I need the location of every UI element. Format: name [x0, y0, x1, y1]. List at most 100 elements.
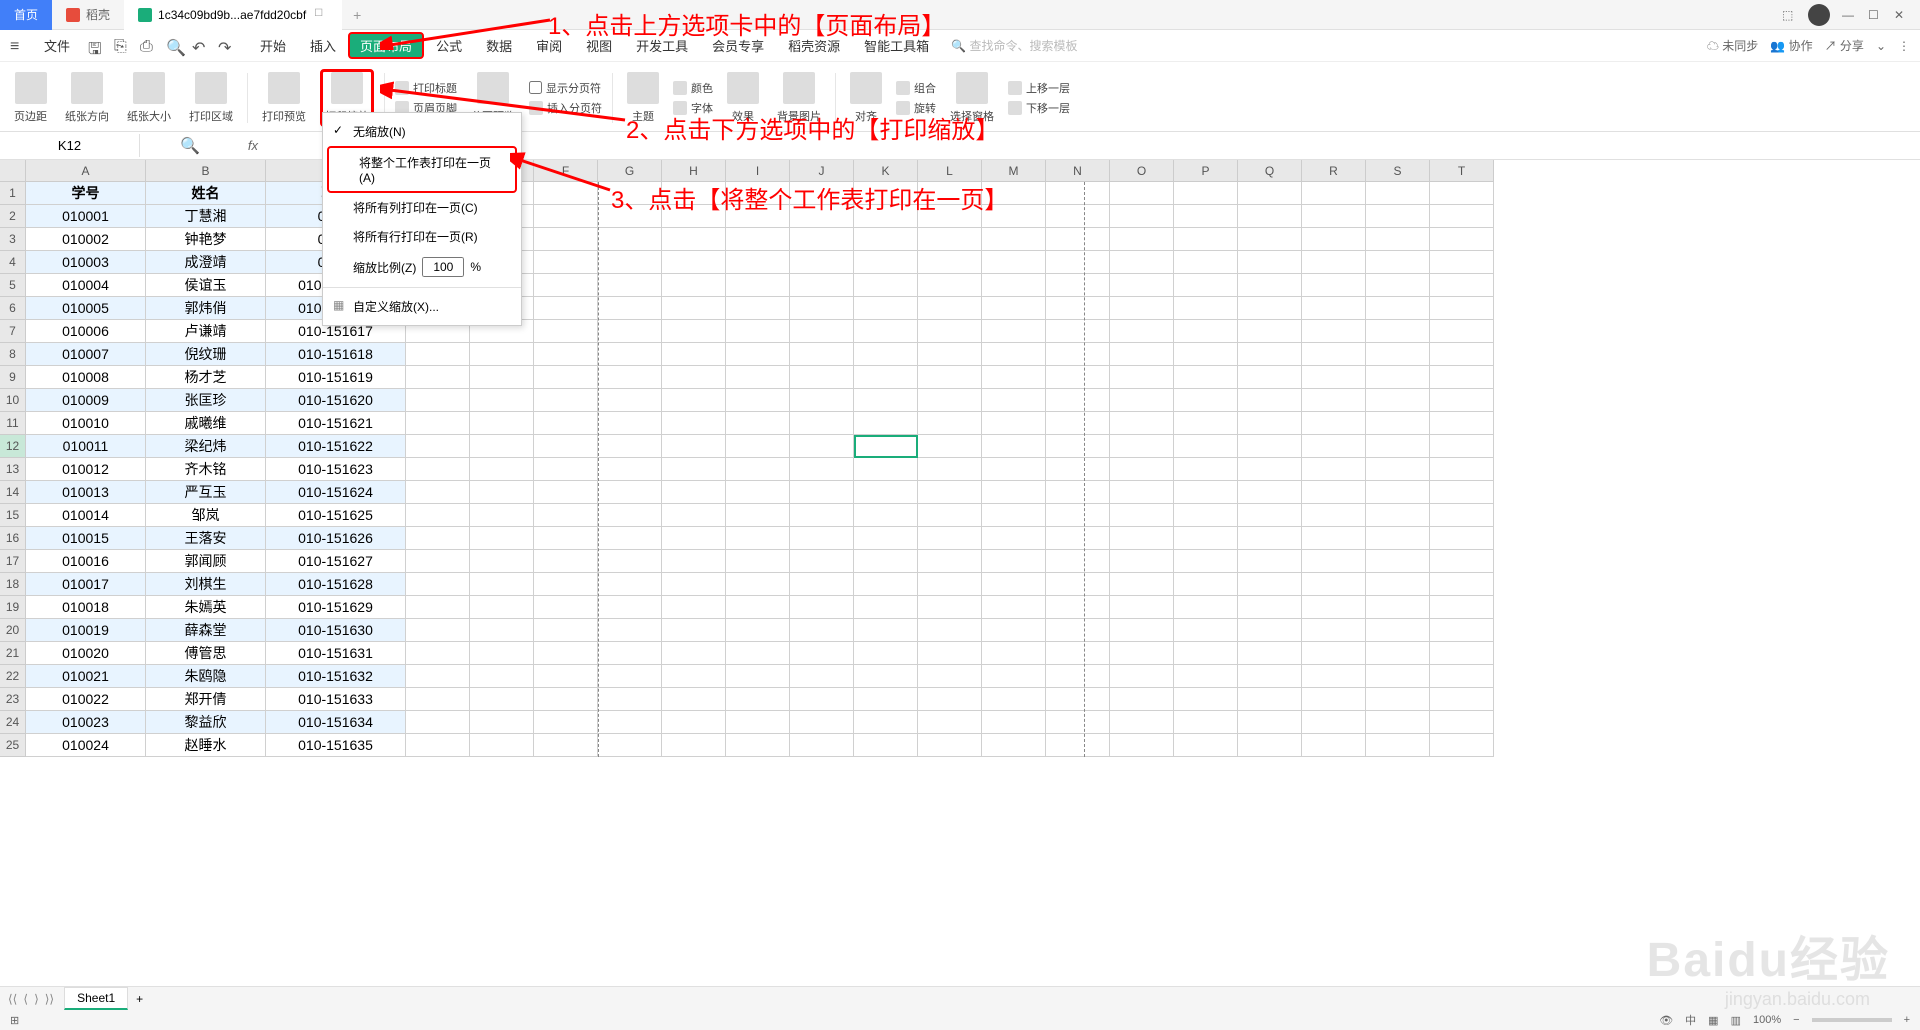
cell[interactable]: [1238, 619, 1302, 642]
row-header[interactable]: 7: [0, 320, 26, 343]
window-box-icon[interactable]: ⬚: [1782, 8, 1796, 22]
insert-break-button[interactable]: 插入分页符: [529, 100, 602, 116]
cell[interactable]: [534, 573, 598, 596]
cell[interactable]: [1238, 596, 1302, 619]
cell[interactable]: [982, 435, 1046, 458]
cell[interactable]: [1430, 527, 1494, 550]
cell[interactable]: [726, 251, 790, 274]
cell[interactable]: [1046, 688, 1110, 711]
cell[interactable]: [726, 343, 790, 366]
cell[interactable]: 010-151623: [266, 458, 406, 481]
cell[interactable]: 010021: [26, 665, 146, 688]
row-header[interactable]: 10: [0, 389, 26, 412]
cell[interactable]: [1366, 619, 1430, 642]
cell[interactable]: [406, 573, 470, 596]
cell[interactable]: [1238, 274, 1302, 297]
cell[interactable]: [1046, 205, 1110, 228]
cell[interactable]: [790, 343, 854, 366]
cell[interactable]: [918, 734, 982, 757]
margin-button[interactable]: 页边距: [10, 70, 51, 126]
cell[interactable]: [1238, 458, 1302, 481]
cell[interactable]: [1302, 573, 1366, 596]
cell[interactable]: [918, 389, 982, 412]
cell[interactable]: [1046, 573, 1110, 596]
cell[interactable]: [1238, 205, 1302, 228]
cell[interactable]: [470, 711, 534, 734]
cell[interactable]: [534, 458, 598, 481]
cell[interactable]: [982, 527, 1046, 550]
cell[interactable]: [1174, 711, 1238, 734]
cell[interactable]: [662, 642, 726, 665]
cell[interactable]: [1366, 665, 1430, 688]
cell[interactable]: [1302, 228, 1366, 251]
cell[interactable]: 010004: [26, 274, 146, 297]
col-header[interactable]: G: [598, 160, 662, 182]
cell[interactable]: [1430, 504, 1494, 527]
cell[interactable]: [598, 458, 662, 481]
zoom-out-icon[interactable]: −: [1793, 1014, 1799, 1026]
cell[interactable]: [598, 619, 662, 642]
cell[interactable]: [790, 251, 854, 274]
cell[interactable]: [1366, 596, 1430, 619]
cell[interactable]: [1110, 504, 1174, 527]
cell[interactable]: [662, 458, 726, 481]
cell[interactable]: [662, 688, 726, 711]
cell[interactable]: [662, 504, 726, 527]
select-all-corner[interactable]: [0, 160, 26, 182]
row-header[interactable]: 12: [0, 435, 26, 458]
cell[interactable]: [1174, 435, 1238, 458]
cell[interactable]: [790, 504, 854, 527]
row-header[interactable]: 20: [0, 619, 26, 642]
dd-zoom-ratio[interactable]: 缩放比例(Z) %: [323, 251, 521, 283]
cell[interactable]: [534, 366, 598, 389]
cell[interactable]: [1366, 251, 1430, 274]
zoom-level[interactable]: 100%: [1753, 1014, 1781, 1026]
cell[interactable]: [1238, 573, 1302, 596]
cell[interactable]: [406, 366, 470, 389]
cell[interactable]: [662, 734, 726, 757]
cell[interactable]: [982, 251, 1046, 274]
save-icon[interactable]: 🖫: [88, 38, 104, 54]
cell[interactable]: 010-151630: [266, 619, 406, 642]
cell[interactable]: [598, 228, 662, 251]
cell[interactable]: [790, 389, 854, 412]
cell[interactable]: [1046, 435, 1110, 458]
col-header[interactable]: F: [534, 160, 598, 182]
cell[interactable]: [790, 688, 854, 711]
cell[interactable]: [854, 228, 918, 251]
row-header[interactable]: 21: [0, 642, 26, 665]
cell[interactable]: 010-151626: [266, 527, 406, 550]
cell[interactable]: [470, 458, 534, 481]
cell[interactable]: [662, 573, 726, 596]
cell[interactable]: [470, 619, 534, 642]
cell[interactable]: [982, 573, 1046, 596]
cell[interactable]: [662, 527, 726, 550]
cell[interactable]: [598, 343, 662, 366]
cell[interactable]: [662, 412, 726, 435]
cell[interactable]: [1046, 527, 1110, 550]
cell[interactable]: [406, 527, 470, 550]
cell[interactable]: [1046, 619, 1110, 642]
minimize-icon[interactable]: —: [1842, 8, 1856, 22]
cell[interactable]: [1174, 619, 1238, 642]
cell[interactable]: [1366, 481, 1430, 504]
cell[interactable]: [534, 550, 598, 573]
cell[interactable]: 010-151625: [266, 504, 406, 527]
cell[interactable]: [470, 412, 534, 435]
cell[interactable]: [1110, 412, 1174, 435]
cell[interactable]: [918, 481, 982, 504]
cell[interactable]: [726, 504, 790, 527]
cell[interactable]: [982, 297, 1046, 320]
cell[interactable]: [726, 596, 790, 619]
cell[interactable]: [854, 320, 918, 343]
cell[interactable]: [854, 251, 918, 274]
cell[interactable]: [1238, 688, 1302, 711]
cell[interactable]: [918, 297, 982, 320]
cell[interactable]: 010013: [26, 481, 146, 504]
cell[interactable]: [1110, 297, 1174, 320]
cell[interactable]: [918, 274, 982, 297]
cell[interactable]: 010002: [26, 228, 146, 251]
cell[interactable]: [918, 665, 982, 688]
cell[interactable]: [406, 734, 470, 757]
cell[interactable]: [1046, 251, 1110, 274]
